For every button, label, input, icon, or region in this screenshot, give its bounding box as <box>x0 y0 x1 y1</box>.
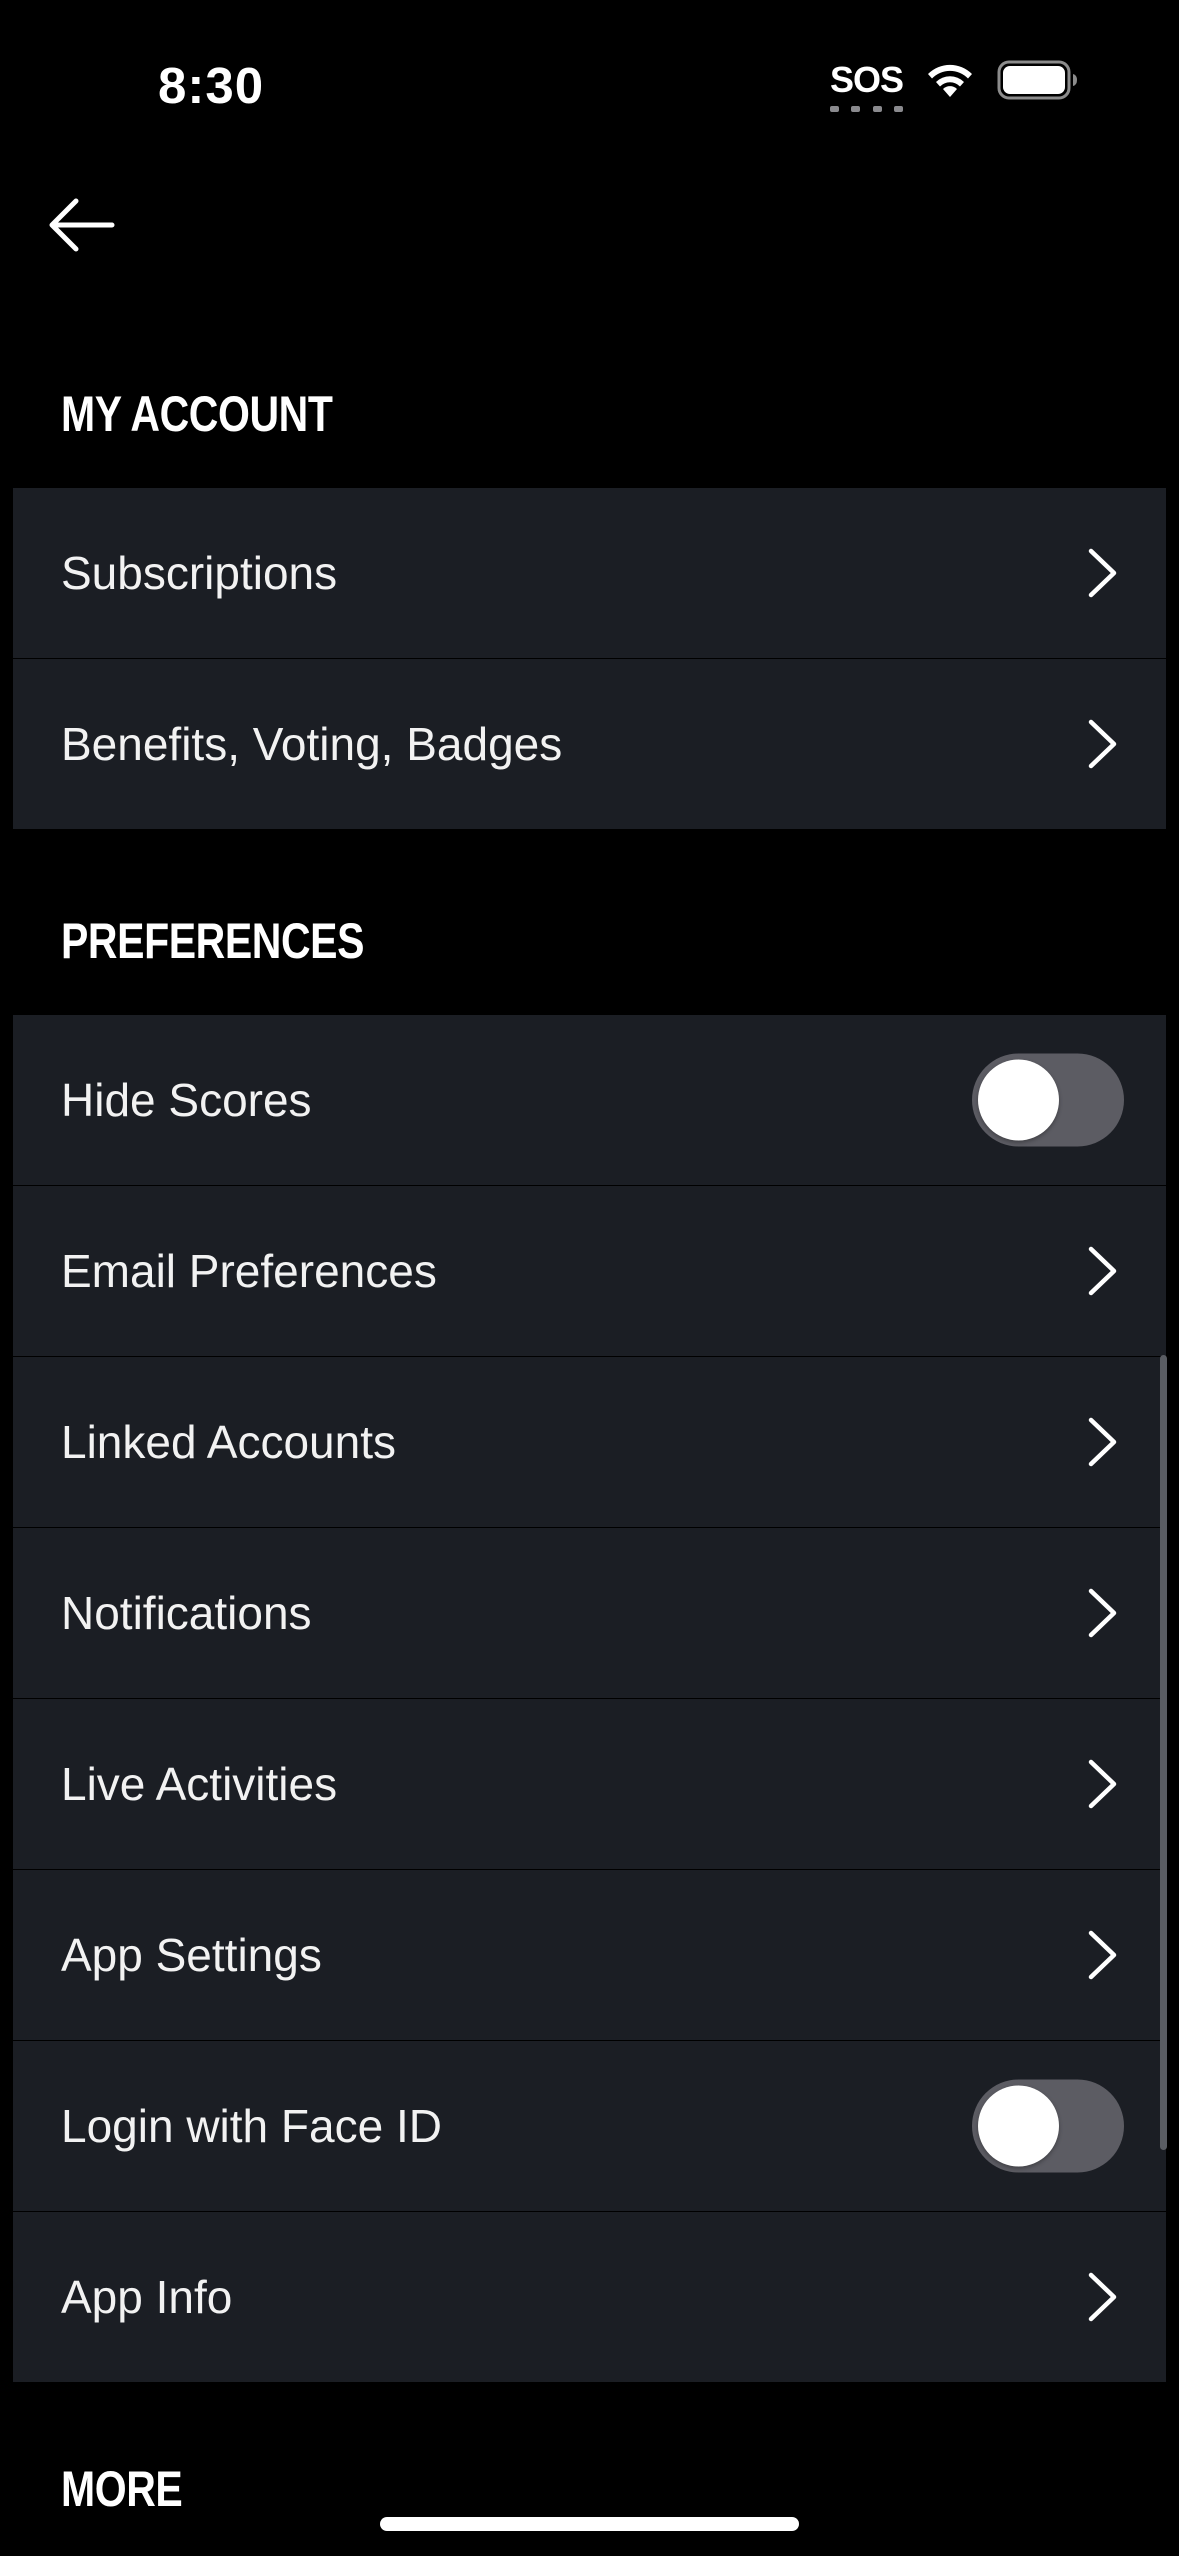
row-label: Live Activities <box>61 1758 338 1810</box>
chevron-right-icon <box>1088 1246 1117 1296</box>
chevron-right-icon <box>1088 548 1117 598</box>
scrollbar[interactable] <box>1160 1355 1167 2150</box>
wifi-icon <box>928 64 972 97</box>
row-notifications[interactable]: Notifications <box>13 1528 1166 1698</box>
preferences-list: Hide Scores Email Preferences Linked Acc… <box>13 1015 1166 2382</box>
signal-dots <box>829 106 903 112</box>
back-button[interactable] <box>38 185 124 265</box>
sos-label: SOS <box>829 59 904 100</box>
row-label: Email Preferences <box>61 1245 437 1297</box>
face-id-toggle[interactable] <box>972 2079 1124 2173</box>
section-header-preferences: PREFERENCES <box>61 913 365 969</box>
row-label: Linked Accounts <box>61 1416 397 1468</box>
row-app-info[interactable]: App Info <box>13 2212 1166 2382</box>
back-arrow-icon <box>49 198 115 252</box>
row-login-with-face-id: Login with Face ID <box>13 2041 1166 2211</box>
home-indicator[interactable] <box>380 2517 799 2531</box>
row-subscriptions[interactable]: Subscriptions <box>13 488 1166 658</box>
chevron-right-icon <box>1088 2272 1117 2322</box>
row-label: App Info <box>61 2271 233 2323</box>
my-account-list: Subscriptions Benefits, Voting, Badges <box>13 488 1166 829</box>
hide-scores-toggle[interactable] <box>972 1053 1124 1147</box>
chevron-right-icon <box>1088 1588 1117 1638</box>
row-label: Hide Scores <box>61 1074 312 1126</box>
row-label: App Settings <box>61 1929 322 1981</box>
battery-icon <box>997 60 1077 100</box>
section-header-more: MORE <box>61 2461 183 2517</box>
status-time: 8:30 <box>158 57 265 114</box>
row-label: Login with Face ID <box>61 2100 442 2152</box>
row-label: Subscriptions <box>61 547 338 599</box>
chevron-right-icon <box>1088 1417 1117 1467</box>
row-label: Notifications <box>61 1587 312 1639</box>
row-app-settings[interactable]: App Settings <box>13 1870 1166 2040</box>
row-linked-accounts[interactable]: Linked Accounts <box>13 1357 1166 1527</box>
sos-indicator: SOS <box>829 59 904 112</box>
row-email-preferences[interactable]: Email Preferences <box>13 1186 1166 1356</box>
status-bar: 8:30 SOS <box>0 0 1179 170</box>
chevron-right-icon <box>1088 1759 1117 1809</box>
status-icons: SOS <box>829 59 1079 112</box>
row-benefits-voting-badges[interactable]: Benefits, Voting, Badges <box>13 659 1166 829</box>
toggle-knob <box>978 1059 1059 1141</box>
chevron-right-icon <box>1088 719 1117 769</box>
section-header-my-account: MY ACCOUNT <box>61 386 333 442</box>
row-hide-scores: Hide Scores <box>13 1015 1166 1185</box>
chevron-right-icon <box>1088 1930 1117 1980</box>
toggle-knob <box>978 2085 1059 2167</box>
row-label: Benefits, Voting, Badges <box>61 718 563 770</box>
row-live-activities[interactable]: Live Activities <box>13 1699 1166 1869</box>
